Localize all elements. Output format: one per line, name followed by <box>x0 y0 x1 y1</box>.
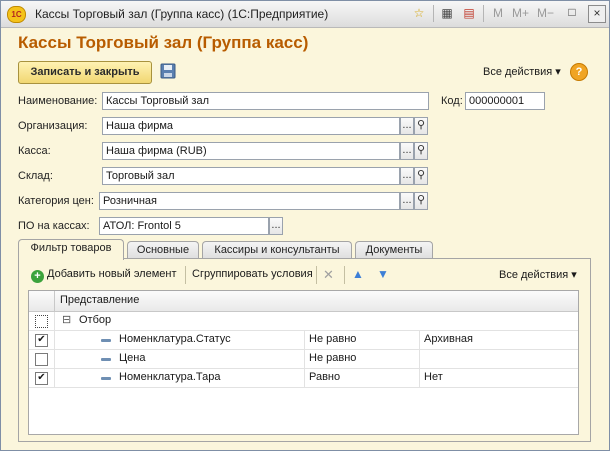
code-label: Код: <box>441 95 463 107</box>
column-header-representation[interactable]: Представление <box>60 294 139 306</box>
save-and-close-button[interactable]: Записать и закрыть <box>18 61 152 84</box>
calendar-icon[interactable]: ▤ <box>461 5 477 21</box>
organization-input[interactable]: Наша фирма <box>102 117 400 135</box>
column-divider <box>419 331 420 349</box>
pos-software-input[interactable]: АТОЛ: Frontol 5 <box>99 217 269 235</box>
move-up-arrow-icon[interactable]: ▲ <box>352 267 364 281</box>
add-element-button[interactable]: + Добавить новый элемент <box>31 268 177 283</box>
row-check-cell <box>29 350 55 368</box>
row-value[interactable]: Нет <box>424 371 443 383</box>
memory-add-button[interactable]: M+ <box>512 6 529 20</box>
table-row[interactable]: ✔ Номенклатура.Тара Равно Нет <box>29 369 578 388</box>
toolbar-separator <box>185 266 186 284</box>
name-label: Наименование: <box>18 95 98 107</box>
root-label: Отбор <box>79 314 112 326</box>
warehouse-label: Склад: <box>18 170 53 182</box>
tree-root-row[interactable]: ⊟ Отбор <box>29 312 578 331</box>
tab-cashiers-consultants[interactable]: Кассиры и консультанты <box>202 241 352 259</box>
root-check-cell <box>29 312 55 330</box>
title-bar: 1С Кассы Торговый зал (Группа касс) (1С:… <box>1 1 609 28</box>
toolbar-separator <box>316 266 317 284</box>
row-checkbox[interactable]: ✔ <box>35 334 48 347</box>
row-field: Номенклатура.Статус <box>119 333 231 345</box>
calculator-icon[interactable]: ▦ <box>439 5 455 21</box>
row-field: Номенклатура.Тара <box>119 371 221 383</box>
row-value[interactable]: Архивная <box>424 333 473 345</box>
column-divider <box>304 331 305 349</box>
memory-subtract-button[interactable]: M− <box>537 6 554 20</box>
organization-select-button[interactable]: ... <box>400 117 414 135</box>
filter-grid: Представление ⊟ Отбор ✔ Номенклатура.Ста… <box>28 290 579 435</box>
tab-documents[interactable]: Документы <box>355 241 433 259</box>
row-condition[interactable]: Не равно <box>309 333 356 345</box>
column-divider <box>419 350 420 368</box>
delete-icon[interactable]: ✕ <box>323 267 334 283</box>
column-divider <box>304 350 305 368</box>
cash-register-label: Касса: <box>18 145 51 157</box>
add-element-label: Добавить новый элемент <box>47 268 177 280</box>
memory-store-button[interactable]: M <box>493 6 503 20</box>
collapse-minus-icon[interactable]: ⊟ <box>62 315 71 326</box>
column-divider <box>304 369 305 387</box>
row-check-cell: ✔ <box>29 331 55 349</box>
row-field: Цена <box>119 352 146 364</box>
save-disk-icon[interactable] <box>160 63 176 79</box>
app-logo-icon[interactable]: 1С <box>7 6 26 23</box>
warehouse-input[interactable]: Торговый зал <box>102 167 400 185</box>
move-down-arrow-icon[interactable]: ▼ <box>377 267 389 281</box>
close-window-button[interactable]: × <box>588 5 606 23</box>
row-checkbox[interactable] <box>35 353 48 366</box>
panel-all-actions-menu[interactable]: Все действия ▾ <box>499 268 577 281</box>
favorites-star-icon[interactable]: ☆ <box>411 5 427 21</box>
cash-register-open-icon[interactable]: ⚲ <box>414 142 428 160</box>
warehouse-open-icon[interactable]: ⚲ <box>414 167 428 185</box>
price-category-label: Категория цен: <box>18 195 94 207</box>
toolbar-divider <box>433 5 434 22</box>
table-row[interactable]: Цена Не равно <box>29 350 578 369</box>
condition-item-icon <box>101 377 111 380</box>
name-input[interactable]: Кассы Торговый зал <box>102 92 429 110</box>
add-circle-icon: + <box>31 270 44 283</box>
group-conditions-button[interactable]: Сгруппировать условия <box>192 268 313 280</box>
tab-main[interactable]: Основные <box>127 241 199 259</box>
help-icon[interactable]: ? <box>570 63 588 81</box>
row-checkbox[interactable]: ✔ <box>35 372 48 385</box>
table-row[interactable]: ✔ Номенклатура.Статус Не равно Архивная <box>29 331 578 350</box>
column-divider <box>419 369 420 387</box>
row-condition[interactable]: Не равно <box>309 352 356 364</box>
all-actions-menu[interactable]: Все действия ▾ <box>483 65 561 78</box>
grid-header: Представление <box>29 291 578 312</box>
form-window: 1С Кассы Торговый зал (Группа касс) (1С:… <box>0 0 610 451</box>
tab-goods-filter[interactable]: Фильтр товаров <box>18 239 124 260</box>
pos-software-select-button[interactable]: ... <box>269 217 283 235</box>
price-category-open-icon[interactable]: ⚲ <box>414 192 428 210</box>
condition-item-icon <box>101 339 111 342</box>
organization-open-icon[interactable]: ⚲ <box>414 117 428 135</box>
row-condition[interactable]: Равно <box>309 371 340 383</box>
condition-item-icon <box>101 358 111 361</box>
price-category-input[interactable]: Розничная <box>99 192 400 210</box>
toolbar-separator <box>344 266 345 284</box>
price-category-select-button[interactable]: ... <box>400 192 414 210</box>
pos-software-label: ПО на кассах: <box>18 220 90 232</box>
cash-register-input[interactable]: Наша фирма (RUB) <box>102 142 400 160</box>
row-check-cell: ✔ <box>29 369 55 387</box>
form-title: Кассы Торговый зал (Группа касс) <box>18 33 309 52</box>
window-title: Кассы Торговый зал (Группа касс) (1С:Пре… <box>35 7 329 21</box>
organization-label: Организация: <box>18 120 88 132</box>
restore-window-button[interactable]: □ <box>564 4 580 20</box>
code-input[interactable]: 000000001 <box>465 92 545 110</box>
toolbar-divider <box>483 5 484 22</box>
grid-header-check-column <box>29 291 55 311</box>
cash-register-select-button[interactable]: ... <box>400 142 414 160</box>
warehouse-select-button[interactable]: ... <box>400 167 414 185</box>
root-checkbox[interactable] <box>35 315 48 328</box>
